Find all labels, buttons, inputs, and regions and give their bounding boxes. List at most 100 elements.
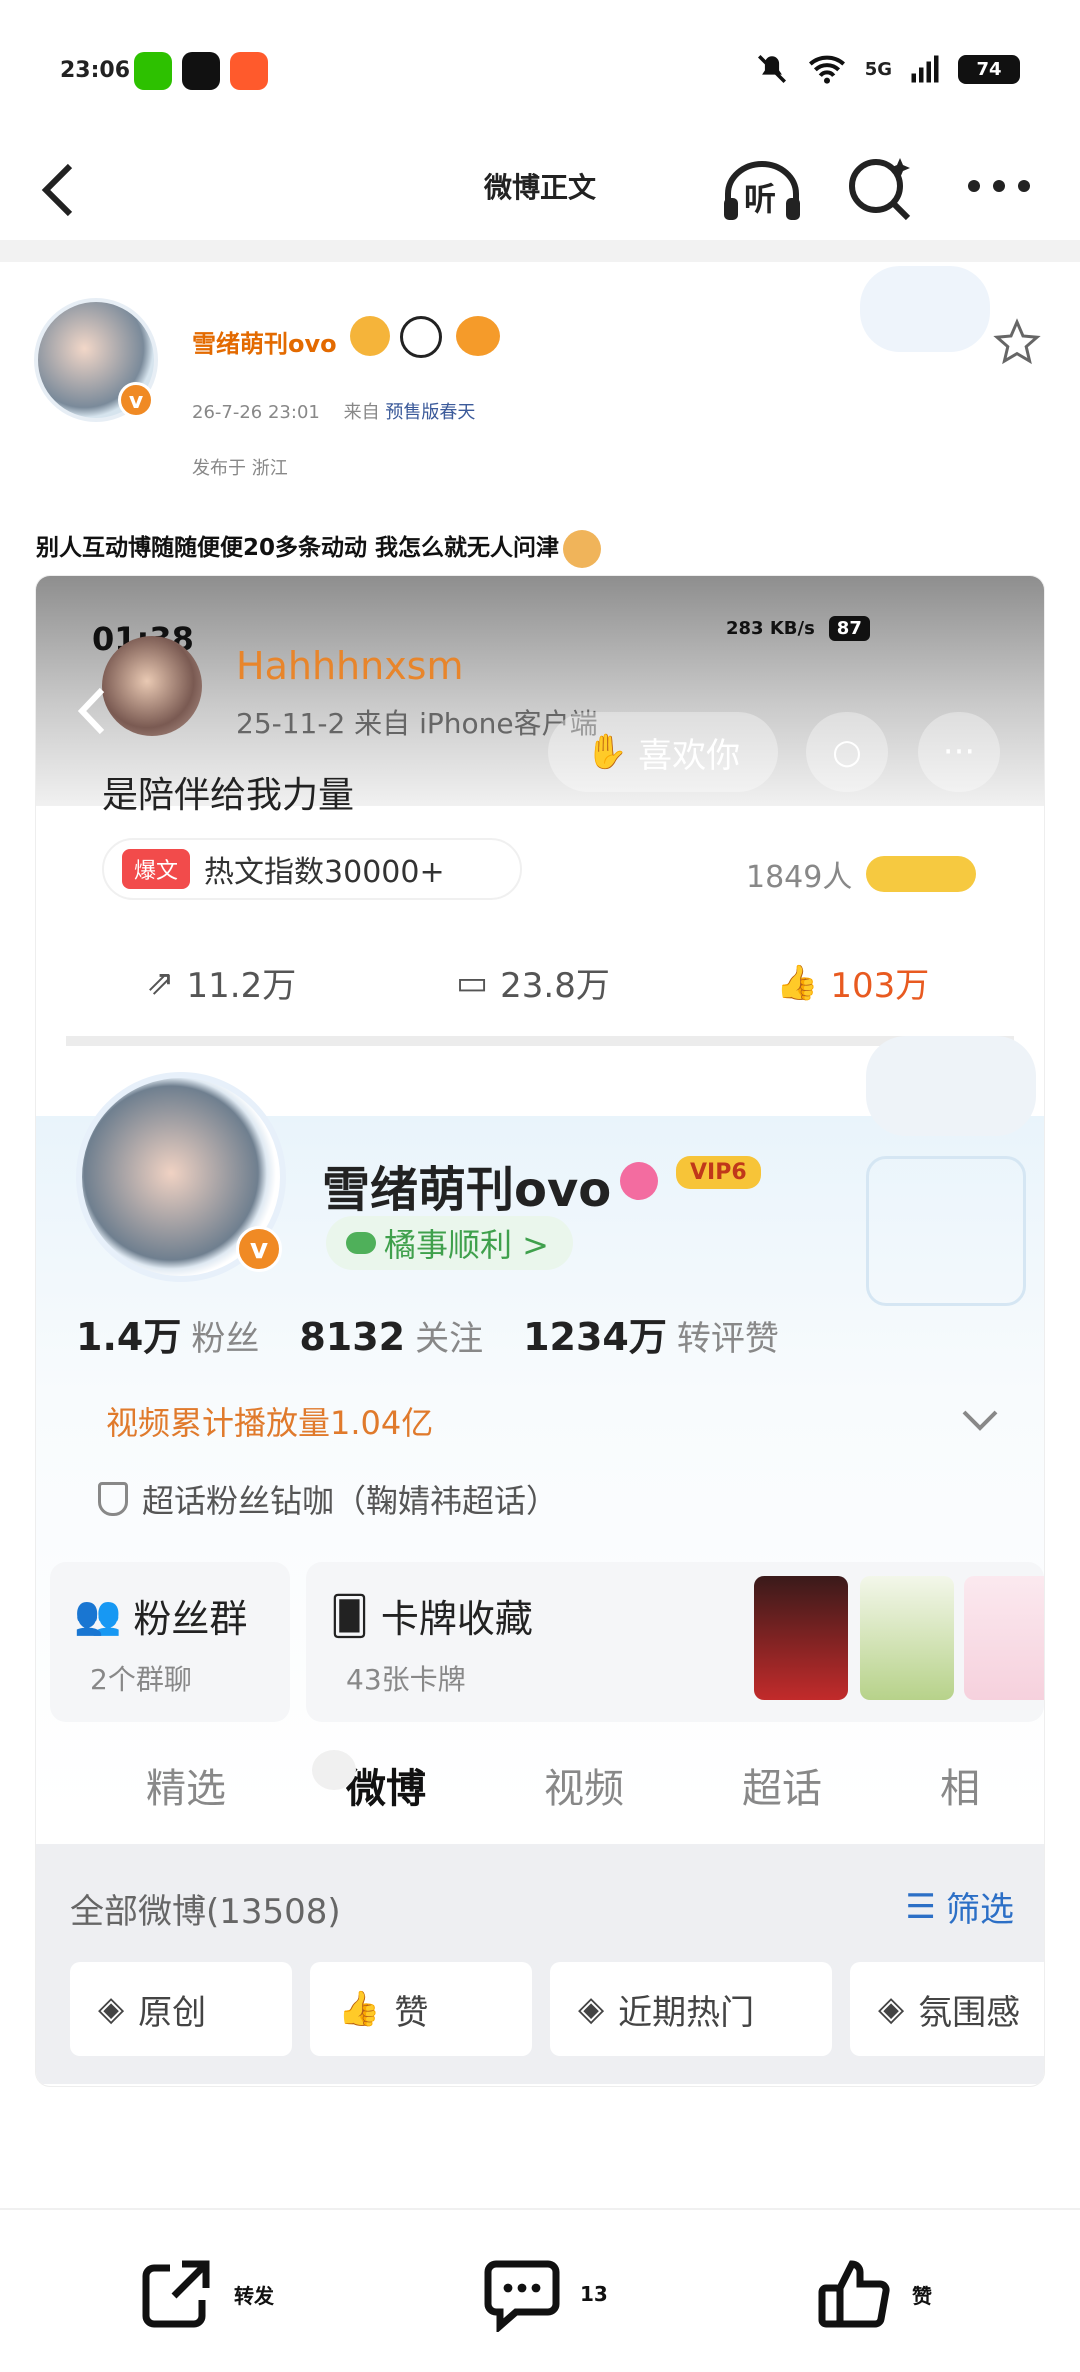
- search-icon[interactable]: [846, 154, 916, 224]
- more-icon[interactable]: [966, 176, 1032, 196]
- embed-followers-label: 粉丝: [191, 1319, 260, 1359]
- post-location: 发布于 浙江: [192, 458, 288, 479]
- tiktok-icon: [182, 52, 220, 90]
- embed-filter-label: 筛选: [946, 1890, 1014, 1930]
- post-device[interactable]: 预售版春天: [385, 402, 475, 423]
- embed-card-thumb: [860, 1576, 954, 1700]
- hand-icon: ✋: [585, 732, 629, 772]
- share-icon: ⇗: [146, 962, 175, 1003]
- post-meta: 26-7-26 23:01 来自 预售版春天: [192, 398, 475, 424]
- embed-comment-stat: ▭ 23.8万: [456, 958, 610, 1007]
- comment-icon: [484, 2260, 560, 2332]
- embed-repost-stat: ⇗ 11.2万: [146, 958, 296, 1007]
- embed-tab: 超话: [742, 1766, 822, 1812]
- embed-interactions-num: 1234万: [523, 1315, 667, 1359]
- cloud-icon: [346, 1232, 376, 1254]
- layers-icon: ◈: [98, 1989, 125, 2029]
- status-indicators: 5G 74: [755, 52, 1020, 86]
- post-time: 26-7-26 23:01: [192, 402, 320, 423]
- page-title: 微博正文: [483, 171, 596, 204]
- embed-verified-badge: v: [236, 1226, 282, 1272]
- layers-icon: ◈: [878, 1989, 905, 2029]
- embed-net-speed: 283 KB/s: [726, 618, 815, 639]
- listen-button[interactable]: 听: [720, 156, 804, 226]
- embed-signature: 橘事顺利 >: [326, 1216, 573, 1270]
- post-text: 别人互动博随随便便20多条动动 我怎么就无人问津: [36, 528, 602, 568]
- embed-chip-label: 赞: [394, 1992, 429, 2033]
- embed-tab-mascot-icon: [312, 1750, 356, 1790]
- post-text-content: 别人互动博随随便便20多条动动 我怎么就无人问津: [36, 535, 560, 561]
- post-from-prefix: 来自: [343, 402, 380, 423]
- mute-icon: [757, 54, 786, 84]
- embed-chip: ◈ 氛围感: [850, 1962, 1044, 2056]
- embed-filter: ☰ 筛选: [906, 1882, 1014, 1931]
- embed-cards-sub: 43张卡牌: [346, 1663, 466, 1696]
- network-label: 5G: [864, 58, 892, 80]
- embed-stats: ⇗ 11.2万 ▭ 23.8万 👍 103万: [36, 958, 1044, 1018]
- embed-following: 8132 关注: [299, 1311, 483, 1360]
- embed-back-icon: [77, 687, 105, 735]
- embed-people-count: 1849人: [746, 860, 853, 895]
- embed-quote: 是陪伴给我力量: [102, 775, 355, 816]
- nav-bar: 微博正文 听: [0, 130, 1080, 240]
- embed-chip: ◈ 近期热门: [550, 1962, 832, 2056]
- embed-battery: 87: [828, 616, 870, 641]
- embed-cat-sticker: [866, 1036, 1036, 1136]
- embed-divider: [66, 1036, 1014, 1046]
- share-icon: [142, 2260, 210, 2328]
- embed-fan-group-sub: 2个群聊: [90, 1663, 192, 1696]
- card-icon: 🂠: [330, 1593, 369, 1638]
- comment-icon: ▭: [456, 962, 489, 1003]
- embed-hot-badge: 爆文 热文指数30000+: [102, 838, 522, 900]
- verified-badge: v: [118, 382, 154, 418]
- comment-count: 13: [580, 2282, 608, 2306]
- embed-super-topic: 超话粉丝钻咖（鞠婧祎超话）: [98, 1476, 558, 1522]
- comment-button[interactable]: 13: [484, 2256, 608, 2332]
- embed-hot-index: 热文指数30000+: [204, 855, 445, 890]
- dog-emoji-icon: [563, 529, 602, 568]
- embed-video-views: 视频累计播放量1.04亿: [106, 1404, 434, 1442]
- embed-emoji-group: [866, 856, 976, 892]
- section-divider: [0, 240, 1080, 262]
- status-bar: 23:06 5G 74: [0, 0, 1080, 130]
- author-name[interactable]: 雪绪萌刊ovo: [192, 324, 337, 359]
- embed-status-indicators: 283 KB/s 87: [726, 616, 870, 641]
- embed-chip-label: 原创: [138, 1992, 207, 2033]
- status-time: 23:06: [60, 58, 131, 83]
- embed-followers-num: 1.4万: [76, 1315, 182, 1359]
- decoration-sticker: [860, 266, 990, 352]
- embed-vip-badge: VIP6: [676, 1156, 761, 1189]
- embed-tab: 相: [940, 1766, 980, 1812]
- thumb-icon: 👍: [776, 962, 819, 1003]
- embed-following-num: 8132: [299, 1315, 406, 1359]
- embed-card-thumb: [964, 1576, 1044, 1700]
- like-button[interactable]: 赞: [816, 2256, 932, 2332]
- embed-jar-decoration: [866, 1156, 1026, 1306]
- people-icon: 👥: [74, 1593, 122, 1637]
- embed-more-icon: ···: [918, 712, 1000, 792]
- like-label: 赞: [912, 2283, 932, 2308]
- embed-like-you-pill: ✋ 喜欢你: [548, 712, 778, 792]
- repost-button[interactable]: 转发: [138, 2256, 274, 2332]
- embed-orig-avatar: [102, 636, 202, 736]
- thumb-icon: 👍: [338, 1989, 381, 2029]
- embed-tab: 精选: [146, 1766, 226, 1812]
- app-icon: [230, 52, 268, 90]
- embed-cards-title: 🂠 卡牌收藏: [330, 1588, 533, 1643]
- embed-all-weibo: 全部微博(13508): [70, 1892, 341, 1932]
- listen-label: 听: [744, 180, 777, 218]
- embed-followers: 1.4万 粉丝: [76, 1306, 259, 1361]
- battery-indicator: 74: [958, 54, 1020, 84]
- embed-orig-author: Hahhhnxsm: [236, 644, 464, 688]
- embed-card-thumb: [754, 1576, 848, 1700]
- wifi-icon: [808, 55, 845, 84]
- post-image[interactable]: 01:38 283 KB/s 87 Hahhhnxsm 25-11-2 来自 i…: [36, 576, 1044, 2086]
- embed-signature-text: 橘事顺利 >: [384, 1226, 549, 1264]
- embed-interactions-label: 转评赞: [676, 1319, 779, 1359]
- repost-label: 转发: [234, 2283, 274, 2308]
- panda-badge-icon: [400, 316, 442, 358]
- embed-profile-stats: 1.4万 粉丝 8132 关注 1234万 转评赞: [76, 1306, 779, 1361]
- star-icon[interactable]: [992, 318, 1042, 366]
- embed-repost-count: 11.2万: [186, 966, 297, 1006]
- embed-hot-tag: 爆文: [122, 849, 191, 889]
